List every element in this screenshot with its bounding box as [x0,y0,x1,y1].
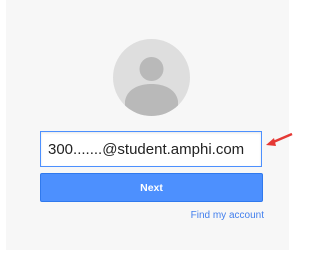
find-my-account-link[interactable]: Find my account [191,210,264,221]
next-button[interactable]: Next [40,173,263,202]
avatar-icon [113,39,190,116]
next-button-label: Next [140,181,163,194]
email-input[interactable] [40,131,262,167]
red-arrow-icon [266,132,293,146]
